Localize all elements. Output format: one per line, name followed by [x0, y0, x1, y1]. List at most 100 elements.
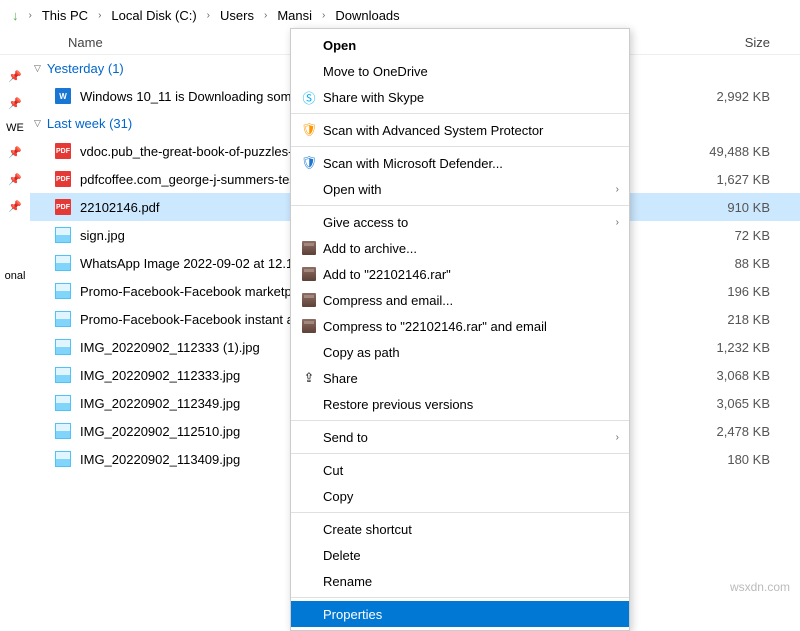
menu-label: Rename [323, 574, 619, 589]
archive-icon [302, 241, 316, 255]
separator [291, 420, 629, 421]
menu-item[interactable]: Open [291, 32, 629, 58]
menu-item[interactable]: Cut [291, 457, 629, 483]
file-size: 3,065 KB [700, 396, 800, 411]
chevron-right-icon: › [616, 217, 619, 228]
menu-label: Cut [323, 463, 619, 478]
image-icon [55, 367, 71, 383]
image-icon [55, 451, 71, 467]
separator [291, 146, 629, 147]
spacer-icon [299, 521, 319, 537]
menu-item[interactable]: Restore previous versions [291, 391, 629, 417]
menu-item[interactable]: Compress and email... [291, 287, 629, 313]
menu-item[interactable]: 🛡 Scan with Microsoft Defender... [291, 150, 629, 176]
menu-label: Move to OneDrive [323, 64, 619, 79]
crumb[interactable]: Users [220, 8, 254, 23]
menu-label: Copy [323, 489, 619, 504]
skype-icon: Ⓢ [302, 88, 315, 107]
menu-item[interactable]: Open with› [291, 176, 629, 202]
column-size[interactable]: Size [700, 35, 800, 50]
image-icon [55, 339, 71, 355]
image-icon [55, 311, 71, 327]
menu-label: Delete [323, 548, 619, 563]
spacer-icon [299, 606, 319, 622]
menu-item[interactable]: Rename [291, 568, 629, 594]
spacer-icon [299, 181, 319, 197]
menu-label: Share with Skype [323, 90, 619, 105]
spacer-icon [299, 547, 319, 563]
pdf-icon: PDF [55, 171, 71, 187]
menu-item[interactable]: 🛡 Scan with Advanced System Protector [291, 117, 629, 143]
shield-icon: 🛡 [301, 122, 318, 138]
spacer-icon [299, 396, 319, 412]
image-icon [55, 395, 71, 411]
spacer-icon [299, 429, 319, 445]
menu-label: Properties [323, 607, 619, 622]
menu-label: Scan with Microsoft Defender... [323, 156, 619, 171]
menu-label: Add to "22102146.rar" [323, 267, 619, 282]
chevron-right-icon: › [207, 10, 210, 21]
context-menu: Open Move to OneDrive Ⓢ Share with Skype 🛡 Sc… [290, 28, 630, 631]
menu-label: Add to archive... [323, 241, 619, 256]
menu-label: Compress to "22102146.rar" and email [323, 319, 619, 334]
menu-label: Scan with Advanced System Protector [323, 123, 619, 138]
menu-item[interactable]: Create shortcut [291, 516, 629, 542]
pin-icon: 📌 [8, 70, 22, 83]
file-size: 72 KB [700, 228, 800, 243]
watermark: wsxdn.com [730, 580, 790, 594]
pin-strip: 📌 📌 WE 📌 📌 📌 onal [0, 55, 30, 473]
download-icon: ↓ [12, 8, 19, 23]
menu-item[interactable]: Give access to› [291, 209, 629, 235]
menu-label: Restore previous versions [323, 397, 619, 412]
menu-item[interactable]: Delete [291, 542, 629, 568]
file-size: 1,627 KB [700, 172, 800, 187]
twisty-icon: ▽ [34, 118, 41, 129]
spacer-icon [299, 214, 319, 230]
pin-icon: 📌 [8, 97, 22, 110]
chevron-right-icon: › [264, 10, 267, 21]
file-size: 49,488 KB [700, 144, 800, 159]
pdf-icon: PDF [55, 199, 71, 215]
crumb[interactable]: Mansi [277, 8, 312, 23]
file-size: 2,992 KB [700, 89, 800, 104]
chevron-right-icon: › [322, 10, 325, 21]
breadcrumb[interactable]: ↓ › This PC › Local Disk (C:) › Users › … [0, 0, 800, 31]
menu-item[interactable]: Send to› [291, 424, 629, 450]
pdf-icon: PDF [55, 143, 71, 159]
separator [291, 205, 629, 206]
pin-icon: 📌 [8, 146, 22, 159]
spacer-icon [299, 573, 319, 589]
pin-icon: 📌 [8, 200, 22, 213]
separator [291, 597, 629, 598]
shield-icon: 🛡 [301, 155, 318, 171]
menu-label: Share [323, 371, 619, 386]
menu-label: Give access to [323, 215, 616, 230]
file-size: 3,068 KB [700, 368, 800, 383]
menu-item[interactable]: Copy as path [291, 339, 629, 365]
spacer-icon [299, 63, 319, 79]
group-label: Last week (31) [47, 116, 132, 131]
menu-item[interactable]: ⇪ Share [291, 365, 629, 391]
menu-item[interactable]: Compress to "22102146.rar" and email [291, 313, 629, 339]
menu-item[interactable]: Properties [291, 601, 629, 627]
image-icon [55, 423, 71, 439]
crumb[interactable]: Downloads [335, 8, 399, 23]
menu-item[interactable]: Move to OneDrive [291, 58, 629, 84]
spacer-icon [299, 344, 319, 360]
menu-item[interactable]: Copy [291, 483, 629, 509]
archive-icon [302, 293, 316, 307]
crumb[interactable]: This PC [42, 8, 88, 23]
spacer-icon [299, 37, 319, 53]
spacer-icon [299, 488, 319, 504]
crumb[interactable]: Local Disk (C:) [111, 8, 196, 23]
image-icon [55, 227, 71, 243]
share-icon: ⇪ [304, 370, 315, 386]
image-icon [55, 283, 71, 299]
menu-label: Copy as path [323, 345, 619, 360]
chevron-right-icon: › [616, 184, 619, 195]
word-icon: W [55, 88, 71, 104]
menu-item[interactable]: Add to archive... [291, 235, 629, 261]
menu-item[interactable]: Add to "22102146.rar" [291, 261, 629, 287]
menu-item[interactable]: Ⓢ Share with Skype [291, 84, 629, 110]
pin-icon: 📌 [8, 173, 22, 186]
